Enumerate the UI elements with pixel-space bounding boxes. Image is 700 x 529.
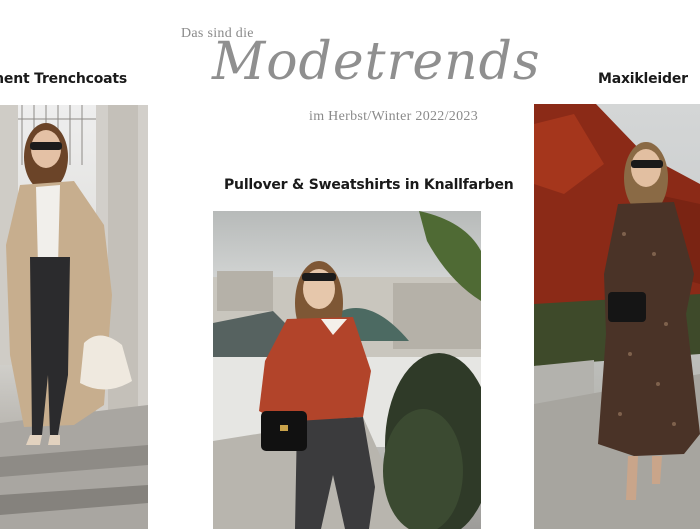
maxidress-photo (534, 104, 700, 529)
season-text: im Herbst/Winter 2022/2023 (309, 109, 478, 124)
trenchcoat-photo (0, 105, 148, 529)
caption-pullover: Pullover & Sweatshirts in Knallfarben (224, 177, 514, 193)
sweater-photo (213, 211, 481, 529)
caption-trenchcoats: tement Trenchcoats (0, 71, 127, 87)
caption-maxikleider: Maxikleider (598, 71, 688, 87)
main-title: Modetrends (212, 32, 541, 92)
